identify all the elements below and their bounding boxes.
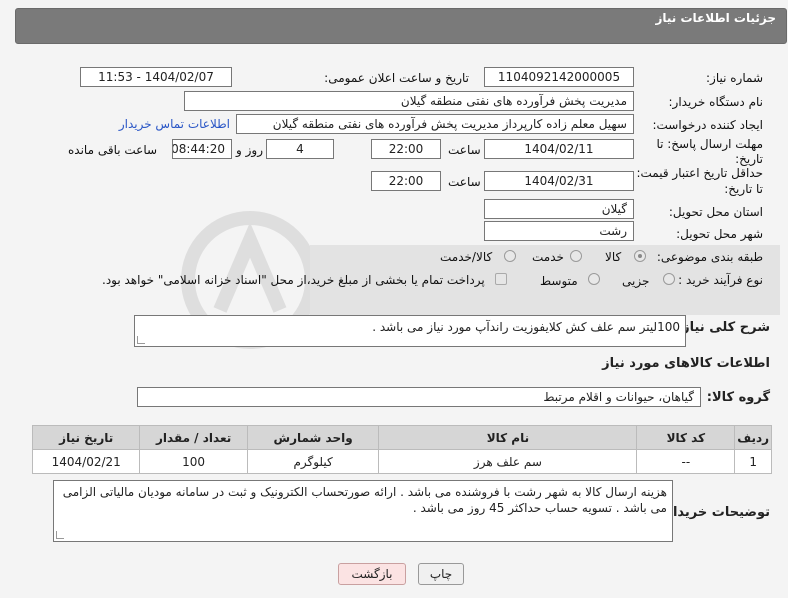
process-option-medium: متوسط — [540, 274, 578, 288]
price-validity-label: حداقل تاریخ اعتبار قیمت: — [636, 166, 763, 180]
buyer-org-label: نام دستگاه خریدار: — [668, 95, 764, 109]
reply-time-label: ساعت — [448, 143, 481, 157]
buyer-notes-label: توضیحات خریدار: — [660, 505, 770, 520]
announce-label: تاریخ و ساعت اعلان عمومی: — [324, 71, 469, 85]
goods-group-field[interactable]: گیاهان، حیوانات و اقلام مرتبط — [137, 387, 701, 407]
description-textarea[interactable]: 100لیتر سم علف کش کلایفوزیت راندآپ مورد … — [134, 315, 686, 347]
price-date-field[interactable]: 1404/02/31 — [484, 171, 634, 191]
process-radio-medium[interactable] — [588, 273, 600, 285]
city-label: شهر محل تحویل: — [676, 227, 763, 241]
cell-qty: 100 — [139, 449, 248, 474]
days-label: روز و — [236, 143, 263, 157]
reply-deadline-label: مهلت ارسال پاسخ: تا — [656, 137, 763, 151]
resize-grip-icon[interactable] — [56, 531, 64, 539]
page-title: جزئیات اطلاعات نیاز — [655, 11, 776, 25]
print-button[interactable]: چاپ — [418, 563, 464, 585]
process-option-minor: جزیی — [622, 274, 650, 288]
col-header-date: تاریخ نیاز — [31, 425, 141, 450]
resize-grip-icon[interactable] — [137, 336, 145, 344]
table-header-row: ردیف کد کالا نام کالا واحد شمارش تعداد /… — [31, 425, 772, 450]
col-header-unit: واحد شمارش — [246, 425, 380, 450]
category-label: طبقه بندی موضوعی: — [656, 250, 763, 264]
process-label: نوع فرآیند خرید : — [678, 273, 763, 287]
price-time-field[interactable]: 22:00 — [371, 171, 441, 191]
table-row[interactable]: 1 -- سم علف هرز کیلوگرم 100 1404/02/21 — [31, 449, 772, 474]
price-validity-label-2: تا تاریخ: — [724, 182, 763, 196]
goods-section-title: اطلاعات کالاهای مورد نیاز — [602, 356, 770, 371]
cell-unit: کیلوگرم — [246, 449, 380, 474]
col-header-qty: تعداد / مقدار — [139, 425, 248, 450]
col-header-row: ردیف — [734, 425, 772, 450]
buyer-notes-text: هزینه ارسال کالا به شهر رشت با فروشنده م… — [62, 485, 667, 515]
cell-code: -- — [636, 449, 736, 474]
remaining-time-field[interactable]: 08:44:20 — [172, 139, 232, 159]
contact-buyer-link[interactable]: اطلاعات تماس خریدار — [119, 117, 230, 131]
cell-name: سم علف هرز — [378, 449, 638, 474]
payment-note: پرداخت تمام یا بخشی از مبلغ خرید،از محل … — [102, 273, 485, 287]
buyer-org-field[interactable]: مدیریت پخش فرآورده های نفتی منطقه گیلان — [184, 91, 634, 111]
days-field[interactable]: 4 — [266, 139, 334, 159]
col-header-code: کد کالا — [636, 425, 736, 450]
requester-field[interactable]: سهیل معلم زاده کارپرداز مدیریت پخش فرآور… — [236, 114, 634, 134]
back-button[interactable]: بازگشت — [338, 563, 406, 585]
requester-label: ایجاد کننده درخواست: — [652, 118, 763, 132]
category-option-both: کالا/خدمت — [440, 250, 493, 264]
remaining-label: ساعت باقی مانده — [68, 143, 158, 157]
reply-deadline-label-2: تاریخ: — [735, 152, 763, 166]
category-option-service: خدمت — [532, 250, 564, 264]
category-radio-both[interactable] — [504, 250, 516, 262]
description-label: شرح کلی نیاز: — [676, 320, 770, 335]
category-radio-goods[interactable] — [634, 250, 646, 262]
col-header-name: نام کالا — [378, 425, 638, 450]
need-number-field[interactable]: 1104092142000005 — [484, 67, 634, 87]
buyer-notes-textarea[interactable]: هزینه ارسال کالا به شهر رشت با فروشنده م… — [53, 480, 673, 542]
price-time-label: ساعت — [448, 175, 481, 189]
city-field[interactable]: رشت — [484, 221, 634, 241]
reply-time-field[interactable]: 22:00 — [371, 139, 441, 159]
payment-checkbox[interactable] — [495, 273, 507, 285]
cell-date: 1404/02/21 — [31, 449, 141, 474]
process-radio-minor[interactable] — [663, 273, 675, 285]
cell-row-number: 1 — [734, 449, 772, 474]
category-radio-service[interactable] — [570, 250, 582, 262]
description-text: 100لیتر سم علف کش کلایفوزیت راندآپ مورد … — [372, 320, 680, 334]
category-option-goods: کالا — [605, 250, 622, 264]
reply-date-field[interactable]: 1404/02/11 — [484, 139, 634, 159]
goods-group-label: گروه کالا: — [706, 390, 770, 405]
province-label: استان محل تحویل: — [668, 205, 763, 219]
province-field[interactable]: گیلان — [484, 199, 634, 219]
need-number-label: شماره نیاز: — [706, 71, 763, 85]
announce-field[interactable]: 1404/02/07 - 11:53 — [80, 67, 232, 87]
items-table: ردیف کد کالا نام کالا واحد شمارش تعداد /… — [31, 425, 772, 474]
